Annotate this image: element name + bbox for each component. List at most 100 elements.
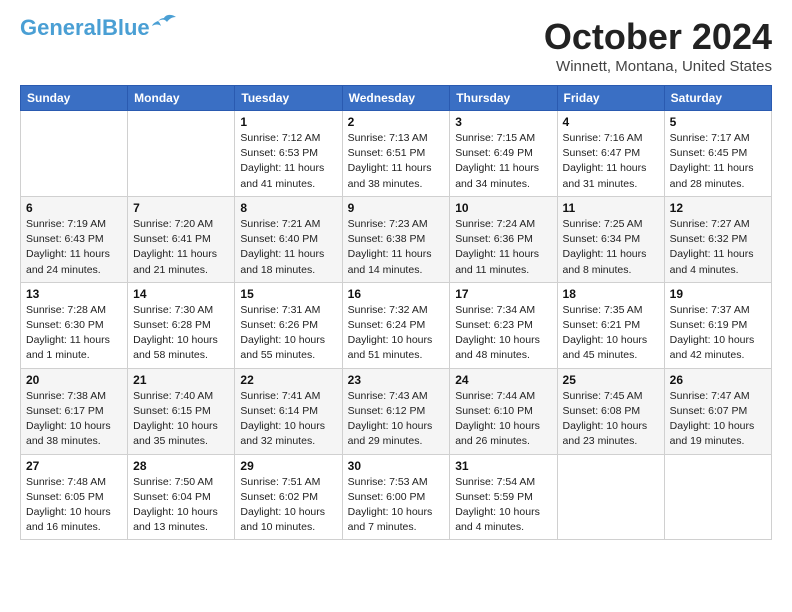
day-number: 9 [348,201,445,215]
calendar-cell: 15Sunrise: 7:31 AM Sunset: 6:26 PM Dayli… [235,282,342,368]
day-number: 24 [455,373,551,387]
day-info: Sunrise: 7:30 AM Sunset: 6:28 PM Dayligh… [133,303,229,364]
title-block: October 2024 Winnett, Montana, United St… [544,16,772,75]
calendar-cell: 11Sunrise: 7:25 AM Sunset: 6:34 PM Dayli… [557,196,664,282]
day-number: 23 [348,373,445,387]
day-number: 20 [26,373,122,387]
day-info: Sunrise: 7:41 AM Sunset: 6:14 PM Dayligh… [240,389,336,450]
calendar-cell: 16 Sunrise: 7:32 AM Sunset: 6:24 PM Dayli… [342,282,450,368]
calendar-cell: 27Sunrise: 7:48 AM Sunset: 6:05 PM Dayli… [21,454,128,540]
calendar-cell: 25 Sunrise: 7:45 AM Sunset: 6:08 PM Dayli… [557,368,664,454]
calendar-cell: 21Sunrise: 7:40 AM Sunset: 6:15 PM Dayli… [128,368,235,454]
calendar-cell: 29 Sunrise: 7:51 AM Sunset: 6:02 PM Dayli… [235,454,342,540]
calendar-cell: 7 Sunrise: 7:20 AM Sunset: 6:41 PM Daylig… [128,196,235,282]
calendar-cell: 18 Sunrise: 7:35 AM Sunset: 6:21 PM Dayli… [557,282,664,368]
calendar-cell: 22 Sunrise: 7:41 AM Sunset: 6:14 PM Dayli… [235,368,342,454]
day-info: Sunrise: 7:45 AM Sunset: 6:08 PM Dayligh… [563,389,659,450]
day-number: 4 [563,115,659,129]
calendar-cell: 8 Sunrise: 7:21 AM Sunset: 6:40 PM Daylig… [235,196,342,282]
calendar-cell [557,454,664,540]
day-info: Sunrise: 7:44 AM Sunset: 6:10 PM Dayligh… [455,389,551,450]
calendar-cell: 5Sunrise: 7:17 AM Sunset: 6:45 PM Daylig… [664,111,771,197]
day-info: Sunrise: 7:47 AM Sunset: 6:07 PM Dayligh… [670,389,766,450]
day-number: 28 [133,459,229,473]
day-number: 26 [670,373,766,387]
day-header-thursday: Thursday [450,86,557,111]
day-info: Sunrise: 7:43 AM Sunset: 6:12 PM Dayligh… [348,389,445,450]
calendar-cell: 2Sunrise: 7:13 AM Sunset: 6:51 PM Daylig… [342,111,450,197]
day-number: 7 [133,201,229,215]
location: Winnett, Montana, United States [544,58,772,75]
logo-bird-icon [152,14,176,32]
day-header-monday: Monday [128,86,235,111]
day-info: Sunrise: 7:12 AM Sunset: 6:53 PM Dayligh… [240,131,336,192]
day-info: Sunrise: 7:15 AM Sunset: 6:49 PM Dayligh… [455,131,551,192]
day-info: Sunrise: 7:34 AM Sunset: 6:23 PM Dayligh… [455,303,551,364]
month-title: October 2024 [544,16,772,58]
calendar-cell: 31 Sunrise: 7:54 AM Sunset: 5:59 PM Dayli… [450,454,557,540]
day-info: Sunrise: 7:27 AM Sunset: 6:32 PM Dayligh… [670,217,766,278]
calendar: SundayMondayTuesdayWednesdayThursdayFrid… [20,85,772,540]
day-number: 16 [348,287,445,301]
day-header-wednesday: Wednesday [342,86,450,111]
day-info: Sunrise: 7:20 AM Sunset: 6:41 PM Dayligh… [133,217,229,278]
day-number: 31 [455,459,551,473]
calendar-cell: 9 Sunrise: 7:23 AM Sunset: 6:38 PM Daylig… [342,196,450,282]
calendar-week-row: 20 Sunrise: 7:38 AM Sunset: 6:17 PM Dayli… [21,368,772,454]
day-number: 3 [455,115,551,129]
day-header-saturday: Saturday [664,86,771,111]
day-number: 12 [670,201,766,215]
day-info: Sunrise: 7:35 AM Sunset: 6:21 PM Dayligh… [563,303,659,364]
day-number: 15 [240,287,336,301]
day-info: Sunrise: 7:32 AM Sunset: 6:24 PM Dayligh… [348,303,445,364]
day-info: Sunrise: 7:23 AM Sunset: 6:38 PM Dayligh… [348,217,445,278]
calendar-week-row: 27Sunrise: 7:48 AM Sunset: 6:05 PM Dayli… [21,454,772,540]
calendar-cell: 1 Sunrise: 7:12 AM Sunset: 6:53 PM Daylig… [235,111,342,197]
day-header-friday: Friday [557,86,664,111]
day-info: Sunrise: 7:38 AM Sunset: 6:17 PM Dayligh… [26,389,122,450]
day-number: 25 [563,373,659,387]
day-number: 14 [133,287,229,301]
day-number: 21 [133,373,229,387]
calendar-cell: 24 Sunrise: 7:44 AM Sunset: 6:10 PM Dayli… [450,368,557,454]
day-number: 19 [670,287,766,301]
calendar-cell: 30Sunrise: 7:53 AM Sunset: 6:00 PM Dayli… [342,454,450,540]
day-info: Sunrise: 7:50 AM Sunset: 6:04 PM Dayligh… [133,475,229,536]
day-info: Sunrise: 7:28 AM Sunset: 6:30 PM Dayligh… [26,303,122,364]
day-info: Sunrise: 7:48 AM Sunset: 6:05 PM Dayligh… [26,475,122,536]
calendar-cell: 28 Sunrise: 7:50 AM Sunset: 6:04 PM Dayli… [128,454,235,540]
logo: GeneralBlue [20,16,176,40]
calendar-week-row: 13 Sunrise: 7:28 AM Sunset: 6:30 PM Dayli… [21,282,772,368]
logo-text: GeneralBlue [20,16,150,40]
day-info: Sunrise: 7:53 AM Sunset: 6:00 PM Dayligh… [348,475,445,536]
day-info: Sunrise: 7:54 AM Sunset: 5:59 PM Dayligh… [455,475,551,536]
day-info: Sunrise: 7:21 AM Sunset: 6:40 PM Dayligh… [240,217,336,278]
day-info: Sunrise: 7:24 AM Sunset: 6:36 PM Dayligh… [455,217,551,278]
day-info: Sunrise: 7:37 AM Sunset: 6:19 PM Dayligh… [670,303,766,364]
day-number: 17 [455,287,551,301]
calendar-cell: 17 Sunrise: 7:34 AM Sunset: 6:23 PM Dayli… [450,282,557,368]
calendar-cell [21,111,128,197]
day-number: 5 [670,115,766,129]
header: GeneralBlue October 2024 Winnett, Montan… [20,16,772,75]
calendar-cell: 20 Sunrise: 7:38 AM Sunset: 6:17 PM Dayli… [21,368,128,454]
day-header-tuesday: Tuesday [235,86,342,111]
day-number: 6 [26,201,122,215]
calendar-cell: 23 Sunrise: 7:43 AM Sunset: 6:12 PM Dayli… [342,368,450,454]
day-number: 11 [563,201,659,215]
page: GeneralBlue October 2024 Winnett, Montan… [0,0,792,612]
calendar-cell [664,454,771,540]
calendar-cell: 26 Sunrise: 7:47 AM Sunset: 6:07 PM Dayli… [664,368,771,454]
calendar-cell: 12 Sunrise: 7:27 AM Sunset: 6:32 PM Dayli… [664,196,771,282]
day-info: Sunrise: 7:51 AM Sunset: 6:02 PM Dayligh… [240,475,336,536]
day-number: 1 [240,115,336,129]
calendar-cell: 14 Sunrise: 7:30 AM Sunset: 6:28 PM Dayli… [128,282,235,368]
day-number: 8 [240,201,336,215]
day-number: 2 [348,115,445,129]
day-number: 10 [455,201,551,215]
day-number: 29 [240,459,336,473]
day-number: 22 [240,373,336,387]
calendar-cell: 3 Sunrise: 7:15 AM Sunset: 6:49 PM Daylig… [450,111,557,197]
day-number: 13 [26,287,122,301]
day-number: 18 [563,287,659,301]
